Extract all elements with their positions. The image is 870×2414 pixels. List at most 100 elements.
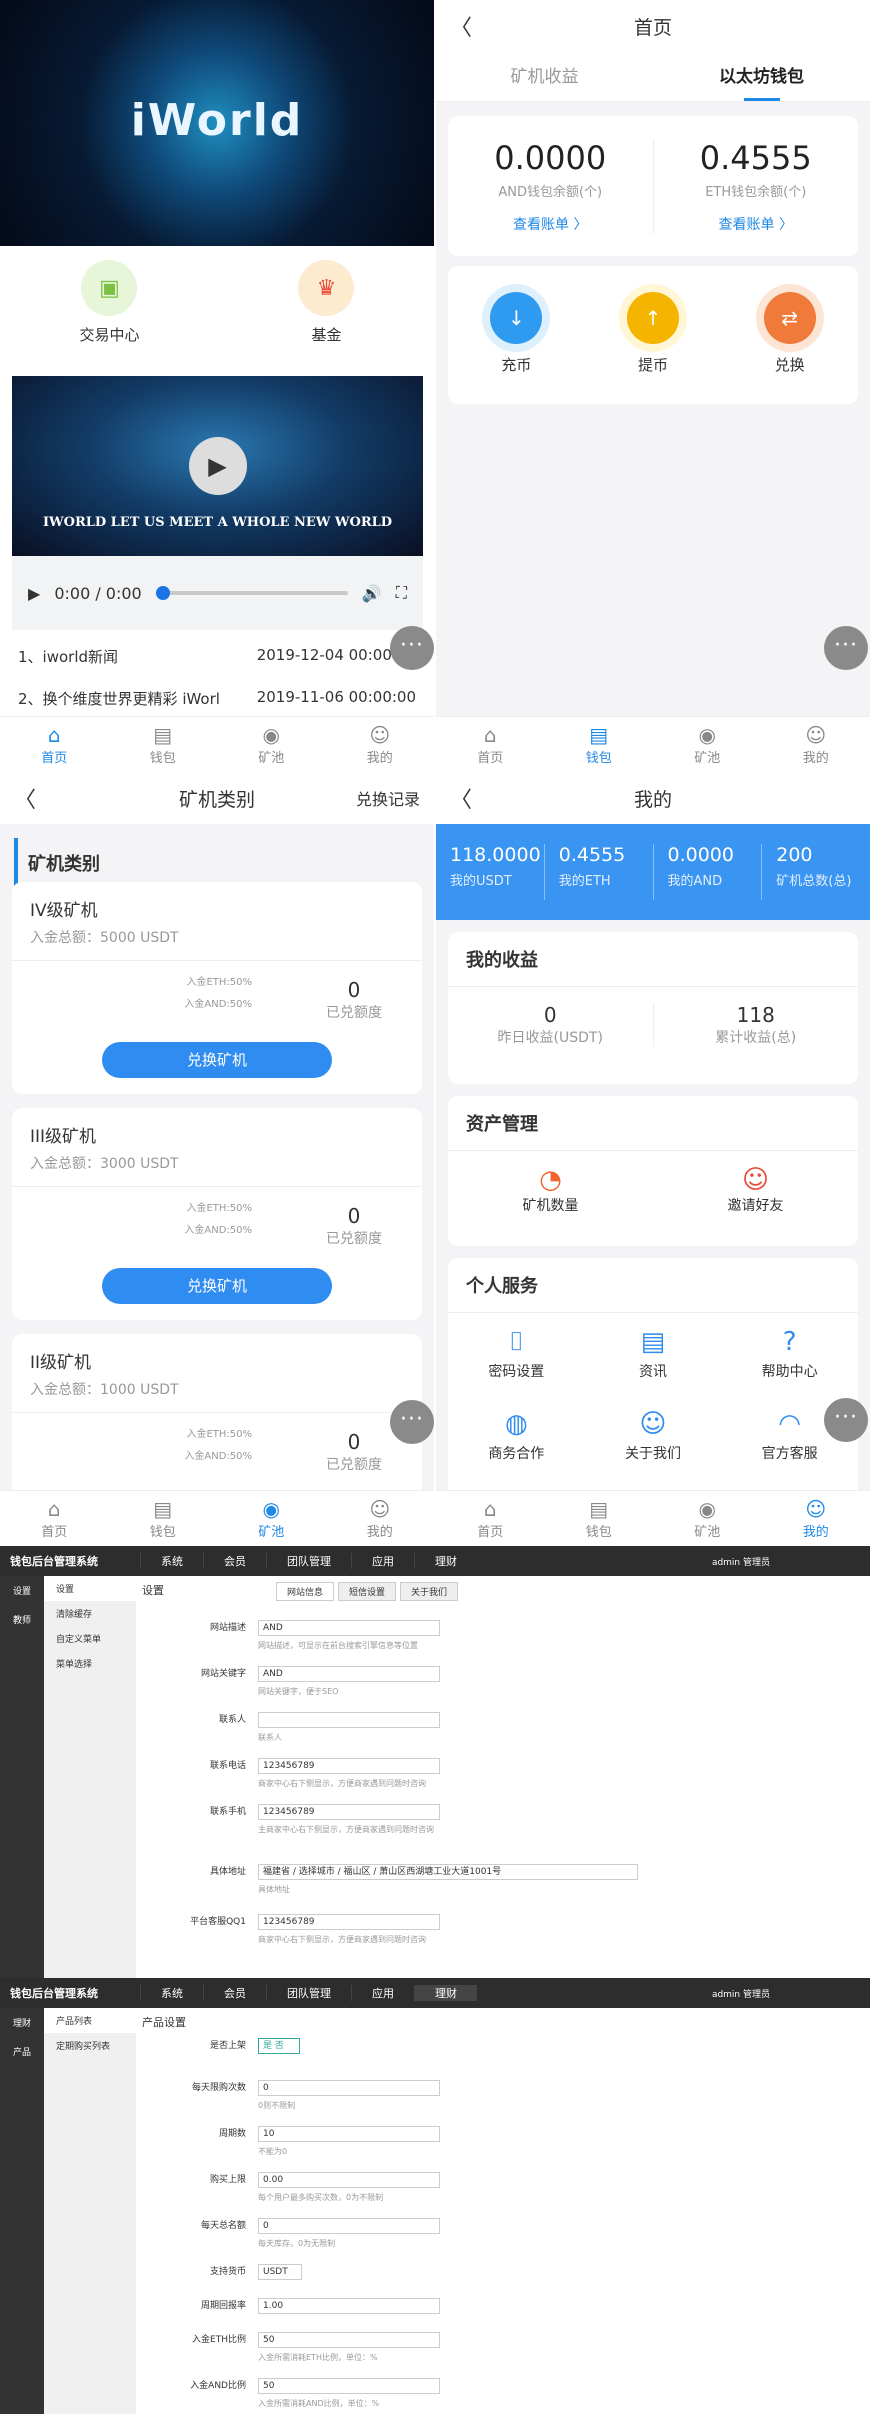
invite-button[interactable]: ☺ 邀请好友: [653, 1165, 858, 1215]
side-item[interactable]: 设置: [0, 1576, 44, 1605]
tab-home[interactable]: ⌂ 首页: [436, 717, 545, 772]
and-ratio-input[interactable]: 50: [258, 2378, 440, 2394]
tab-pool[interactable]: ◉ 矿池: [653, 1491, 762, 1546]
home-nav: ▣ 交易中心 ♛ 基金: [0, 246, 434, 359]
tab-wallet[interactable]: ▤ 钱包: [109, 717, 218, 772]
sub-item[interactable]: 设置: [44, 1576, 136, 1601]
side-item[interactable]: 理财: [0, 2008, 44, 2037]
exchange-button[interactable]: ⇄ 兑换: [763, 292, 816, 375]
menu-item[interactable]: 团队管理: [266, 1553, 351, 1569]
menu-item[interactable]: 会员: [203, 1553, 266, 1569]
tab-mine[interactable]: ☺ 我的: [762, 717, 870, 772]
keyword-input[interactable]: AND: [258, 1666, 440, 1682]
cycle-input[interactable]: 10: [258, 2126, 440, 2142]
list-item[interactable]: 1、iworld新闻 2019-12-04 00:00:00: [0, 646, 434, 667]
sub-item[interactable]: 产品列表: [44, 2008, 136, 2033]
help-button[interactable]: ? 帮助中心: [721, 1313, 858, 1395]
back-icon[interactable]: 〈: [450, 10, 472, 42]
menu-item[interactable]: 应用: [351, 1985, 414, 2001]
tab-mine[interactable]: ☺ 我的: [326, 1491, 435, 1546]
qq-input[interactable]: 123456789: [258, 1914, 440, 1930]
phone-input[interactable]: 123456789: [258, 1758, 440, 1774]
fullscreen-icon[interactable]: ⛶: [396, 583, 407, 603]
currency-select[interactable]: USDT: [258, 2264, 302, 2280]
site-desc-input[interactable]: AND: [258, 1620, 440, 1636]
tab-pool[interactable]: ◉ 矿池: [653, 717, 762, 772]
side-item[interactable]: 产品: [0, 2037, 44, 2066]
exchange-miner-button[interactable]: 兑换矿机: [102, 1042, 332, 1078]
tab-miner-income[interactable]: 矿机收益: [436, 52, 653, 101]
play-icon[interactable]: ▶: [28, 584, 40, 603]
withdraw-button[interactable]: ↑ 提币: [626, 292, 679, 375]
tab-home[interactable]: ⌂ 首页: [436, 1491, 545, 1546]
menu-item[interactable]: 团队管理: [266, 1985, 351, 2001]
tab-site-info[interactable]: 网站信息: [276, 1582, 335, 1601]
eth-ratio-input[interactable]: 50: [258, 2332, 440, 2348]
admin-user[interactable]: admin 管理员: [712, 1555, 870, 1568]
miner-count-button[interactable]: ◔ 矿机数量: [448, 1165, 653, 1215]
view-bill-link[interactable]: 查看账单 〉: [448, 214, 653, 234]
play-icon[interactable]: ▶: [188, 437, 247, 495]
tab-about[interactable]: 关于我们: [400, 1582, 459, 1601]
sub-item[interactable]: 菜单选择: [44, 1651, 136, 1676]
nav-fund[interactable]: ♛ 基金: [298, 260, 355, 345]
tab-mine[interactable]: ☺ 我的: [762, 1491, 870, 1546]
tab-bar: ⌂ 首页 ▤ 钱包 ◉ 矿池 ☺ 我的: [0, 1490, 434, 1546]
tab-pool[interactable]: ◉ 矿池: [217, 1491, 326, 1546]
deposit-button[interactable]: ↓ 充币: [490, 292, 543, 375]
menu-item[interactable]: 应用: [351, 1553, 414, 1569]
news-title: 2、换个维度世界更精彩 iWorl: [18, 690, 220, 708]
menu-item[interactable]: 理财: [414, 1985, 477, 2001]
menu-item[interactable]: 系统: [140, 1985, 203, 2001]
tab-home[interactable]: ⌂ 首页: [0, 717, 109, 772]
tab-wallet[interactable]: ▤ 钱包: [109, 1491, 218, 1546]
progress-bar[interactable]: [155, 586, 348, 600]
admin-settings: 钱包后台管理系统 系统 会员 团队管理 应用 理财 admin 管理员 设置 教师 设置清…: [0, 1546, 870, 1978]
tab-home[interactable]: ⌂ 首页: [0, 1491, 109, 1546]
sub-item[interactable]: 自定义菜单: [44, 1626, 136, 1651]
admin-user[interactable]: admin 管理员: [712, 1987, 870, 2000]
view-bill-link[interactable]: 查看账单 〉: [654, 214, 859, 234]
nav-trading[interactable]: ▣ 交易中心: [79, 260, 140, 345]
exchange-record-link[interactable]: 兑换记录: [356, 786, 420, 810]
buy-limit-input[interactable]: 0.00: [258, 2172, 440, 2188]
address-input[interactable]: 福建省 / 选择城市 / 福山区 / 萧山区西湖塘工业大道1001号: [258, 1864, 638, 1880]
menu-item[interactable]: 系统: [140, 1553, 203, 1569]
return-rate-input[interactable]: 1.00: [258, 2298, 440, 2314]
tab-sms[interactable]: 短信设置: [338, 1582, 397, 1601]
exchange-miner-button[interactable]: 兑换矿机: [102, 1268, 332, 1304]
listed-toggle[interactable]: 是 否: [258, 2038, 300, 2054]
back-icon[interactable]: 〈: [450, 782, 472, 814]
tab-eth-wallet[interactable]: 以太坊钱包: [653, 52, 870, 101]
more-button[interactable]: ···: [390, 1400, 434, 1444]
about-button[interactable]: ☺ 关于我们: [585, 1395, 722, 1477]
sub-item[interactable]: 定期购买列表: [44, 2033, 136, 2058]
contact-input[interactable]: [258, 1712, 440, 1728]
news-button[interactable]: ▤ 资讯: [585, 1313, 722, 1395]
mobile-input[interactable]: 123456789: [258, 1804, 440, 1820]
tab-mine[interactable]: ☺ 我的: [326, 717, 435, 772]
list-item[interactable]: 2、换个维度世界更精彩 iWorl 2019-11-06 00:00:00: [0, 688, 434, 709]
tab-pool[interactable]: ◉ 矿池: [217, 717, 326, 772]
video-player[interactable]: ▶ IWORLD LET US MEET A WHOLE NEW WORLD ▶ 0…: [12, 376, 423, 630]
volume-icon[interactable]: 🔊: [362, 584, 382, 603]
more-button[interactable]: ···: [390, 626, 434, 670]
tab-wallet[interactable]: ▤ 钱包: [545, 717, 654, 772]
menu-item[interactable]: 会员: [203, 1985, 266, 2001]
back-icon[interactable]: 〈: [14, 782, 36, 814]
asset-card: 资产管理 ◔ 矿机数量 ☺ 邀请好友: [448, 1096, 858, 1246]
cooperation-button[interactable]: ◍ 商务合作: [448, 1395, 585, 1477]
admin-product: 钱包后台管理系统 系统 会员 团队管理 应用 理财 admin 管理员 理财 产品 产品列…: [0, 1978, 870, 2414]
menu-item[interactable]: 理财: [414, 1553, 477, 1569]
daily-limit-input[interactable]: 0: [258, 2080, 440, 2096]
tab-wallet[interactable]: ▤ 钱包: [545, 1491, 654, 1546]
admin-brand: 钱包后台管理系统: [10, 1987, 98, 2000]
sub-item[interactable]: 清除缓存: [44, 1601, 136, 1626]
side-item[interactable]: 教师: [0, 1605, 44, 1634]
video-caption: IWORLD LET US MEET A WHOLE NEW WORLD: [42, 515, 393, 530]
more-button[interactable]: ···: [824, 1398, 868, 1442]
password-button[interactable]: ⌷ 密码设置: [448, 1313, 585, 1395]
more-button[interactable]: ···: [824, 626, 868, 670]
ops-card: ↓ 充币 ↑ 提币 ⇄ 兑换: [448, 266, 858, 404]
quota-input[interactable]: 0: [258, 2218, 440, 2234]
